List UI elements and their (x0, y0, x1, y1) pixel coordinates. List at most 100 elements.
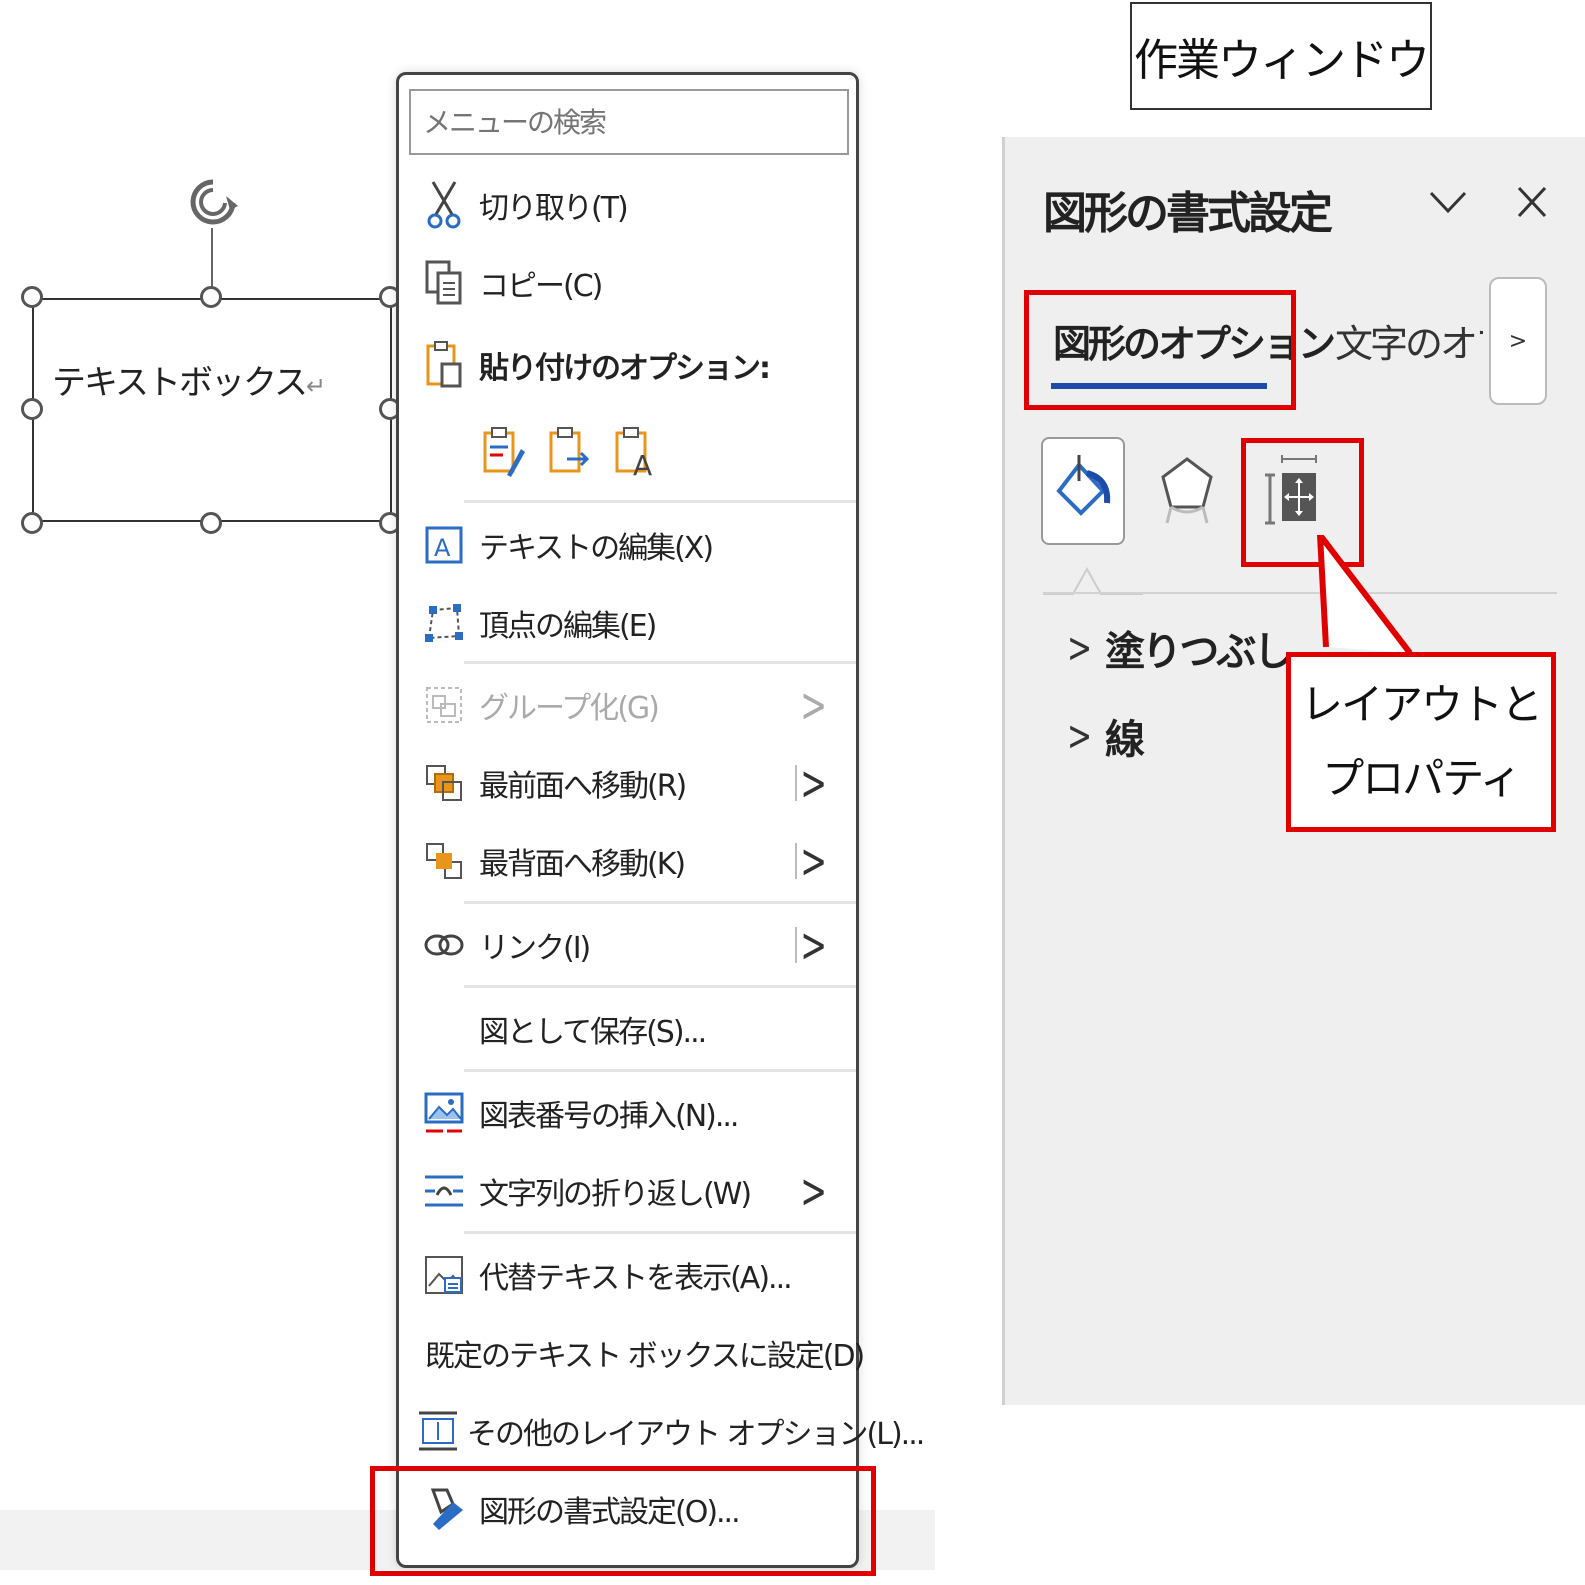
pane-options-button[interactable] (1423, 177, 1473, 227)
alt-text-icon (425, 1256, 463, 1294)
menu-item-more-layout-options[interactable]: その他のレイアウト オプション(L)... (409, 1401, 925, 1461)
menu-item-label: 最前面へ移動(R) (479, 769, 687, 804)
wrap-text-icon (425, 1175, 463, 1207)
menu-item-save-as-picture[interactable]: 図として保存(S)... (409, 999, 849, 1059)
context-menu: 切り取り(T) コピー(C) 貼り付けのオプション: A (396, 72, 925, 1568)
menu-item-label: 貼り付けのオプション: (479, 351, 771, 386)
callout-text-line1: レイアウトと (1300, 680, 1543, 729)
menu-item-send-to-back[interactable]: 最背面へ移動(K) > (409, 831, 849, 891)
menu-item-label: 切り取り(T) (479, 191, 629, 226)
menu-item-edit-points[interactable]: 頂点の編集(E) (409, 593, 849, 653)
menu-item-label: その他のレイアウト オプション(L)... (467, 1417, 925, 1452)
bring-to-front-icon (426, 765, 462, 801)
resize-handle-top[interactable] (200, 286, 222, 308)
paint-bucket-icon (1056, 455, 1111, 516)
menu-item-group: グループ化(G) > (409, 675, 849, 735)
submenu-chevron-icon[interactable]: > (800, 917, 827, 974)
close-icon (1517, 186, 1547, 218)
group-icon (426, 687, 462, 723)
copy-icon (425, 260, 462, 305)
submenu-chevron-icon: > (800, 1162, 827, 1220)
section-label: 塗りつぶし (1105, 629, 1293, 675)
chevron-right-icon: > (1508, 328, 1528, 354)
chevron-down-icon (1429, 191, 1467, 214)
split-separator (795, 765, 797, 801)
resize-handle-top-left[interactable] (21, 286, 43, 308)
callout-layout-properties: レイアウトと プロパティ (1286, 652, 1556, 832)
pane-close-button[interactable] (1507, 177, 1557, 227)
menu-item-label: 代替テキストを表示(A)... (479, 1261, 793, 1296)
chevron-right-icon: > (1067, 711, 1093, 761)
menu-divider (464, 1069, 856, 1072)
submenu-chevron-icon: > (800, 676, 827, 734)
layout-options-icon (419, 1411, 457, 1451)
tab-scroll-right-button[interactable]: > (1489, 277, 1547, 405)
menu-item-label: 既定のテキスト ボックスに設定(D) (425, 1339, 865, 1374)
fill-line-tab[interactable] (1041, 437, 1125, 545)
menu-item-label: コピー(C) (479, 269, 603, 304)
menu-item-label: 最背面へ移動(K) (479, 847, 686, 882)
menu-item-format-shape[interactable]: 図形の書式設定(O)... (409, 1479, 849, 1539)
menu-divider (464, 500, 856, 503)
text-box-shape[interactable] (32, 298, 392, 522)
paragraph-mark: ↵ (305, 372, 326, 400)
menu-divider (464, 1231, 856, 1234)
menu-item-wrap-text[interactable]: 文字列の折り返し(W) > (409, 1161, 849, 1221)
text-box-content[interactable]: テキストボックス↵ (52, 355, 326, 404)
resize-handle-left[interactable] (21, 398, 43, 420)
menu-item-label: 図形の書式設定(O)... (479, 1495, 741, 1530)
submenu-chevron-icon[interactable]: > (800, 755, 827, 812)
layout-properties-tab[interactable] (1251, 437, 1335, 545)
resize-handle-bottom[interactable] (200, 512, 222, 534)
paste-use-destination-icon[interactable] (545, 425, 593, 479)
tab-shape-options[interactable]: 図形のオプション (1053, 313, 1336, 368)
menu-item-view-alt-text[interactable]: 代替テキストを表示(A)... (409, 1245, 849, 1305)
edit-points-icon (425, 604, 463, 642)
layout-properties-icon (1265, 455, 1317, 525)
paste-keep-formatting-icon[interactable] (479, 425, 527, 479)
menu-item-copy[interactable]: コピー(C) (409, 253, 849, 313)
split-separator (795, 843, 797, 879)
callout-text-line2: プロパティ (1322, 754, 1521, 803)
section-fill[interactable]: > 塗りつぶし (1067, 619, 1293, 677)
menu-divider (464, 901, 856, 904)
paste-text-only-icon[interactable]: A (611, 425, 659, 479)
edit-text-icon: A (425, 526, 463, 564)
format-shape-icon (430, 1488, 463, 1530)
menu-item-link[interactable]: リンク(I) > (409, 915, 849, 975)
selected-tab-pointer (1043, 566, 1143, 595)
split-separator (795, 927, 797, 963)
tab-text-options[interactable]: 文字のオプション (1335, 313, 1483, 368)
link-icon (424, 934, 464, 956)
text-box-text: テキストボックス (52, 363, 308, 403)
menu-item-paste-options: 貼り付けのオプション: (409, 335, 849, 395)
rotate-handle[interactable] (186, 176, 240, 230)
task-pane-caption: 作業ウィンドウ (1130, 2, 1432, 110)
insert-caption-icon (424, 1092, 464, 1133)
menu-item-label: 図として保存(S)... (479, 1015, 707, 1050)
menu-item-label: 図表番号の挿入(N)... (479, 1099, 739, 1134)
menu-item-set-default-text-box[interactable]: 既定のテキスト ボックスに設定(D) (409, 1323, 865, 1383)
menu-divider (464, 661, 856, 664)
menu-item-bring-to-front[interactable]: 最前面へ移動(R) > (409, 753, 849, 813)
menu-search-input[interactable] (409, 89, 849, 155)
resize-handle-bottom-left[interactable] (21, 512, 43, 534)
pane-title: 図形の書式設定 (1043, 188, 1333, 239)
paste-options-row: A (479, 425, 659, 479)
menu-item-cut[interactable]: 切り取り(T) (409, 175, 849, 235)
svg-text:A: A (434, 534, 451, 562)
effects-tab[interactable] (1145, 437, 1229, 545)
section-line[interactable]: > 線 (1067, 707, 1145, 765)
paste-icon (426, 341, 462, 388)
submenu-chevron-icon[interactable]: > (800, 833, 827, 890)
menu-item-label: グループ化(G) (479, 691, 660, 726)
pentagon-icon (1161, 457, 1213, 524)
svg-text:A: A (633, 449, 652, 479)
menu-item-edit-text[interactable]: A テキストの編集(X) (409, 515, 849, 575)
callout-arrow (1316, 535, 1413, 655)
menu-divider (464, 985, 856, 988)
menu-item-label: リンク(I) (479, 931, 591, 966)
chevron-right-icon: > (1067, 623, 1093, 673)
menu-item-insert-caption[interactable]: 図表番号の挿入(N)... (409, 1083, 849, 1143)
rotate-icon (190, 179, 238, 225)
